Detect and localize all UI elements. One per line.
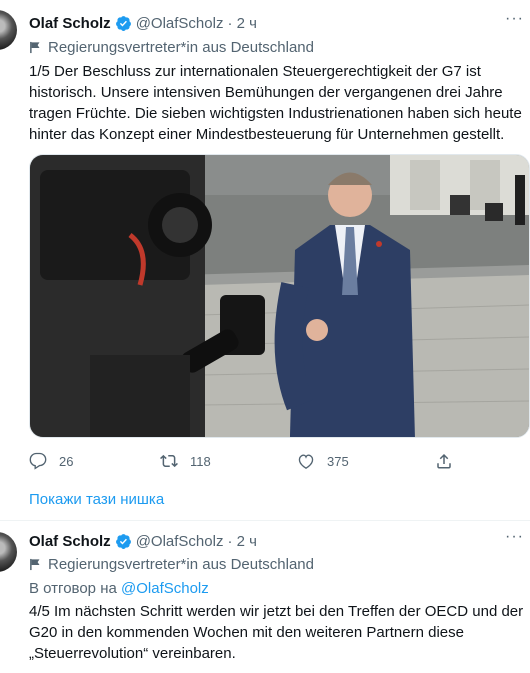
reply-icon [29,452,47,470]
retweet-button[interactable]: 118 [160,452,211,470]
heart-icon [298,454,314,470]
tweet[interactable]: Olaf Scholz @OlafScholz · 2 ч ··· Regier… [0,520,530,673]
tweet-actions: 26 118 375 [29,452,469,472]
author-name[interactable]: Olaf Scholz [29,533,111,550]
avatar[interactable] [0,10,17,50]
tweet[interactable]: Olaf Scholz @OlafScholz · 2 ч ··· Regier… [0,0,530,508]
share-icon [437,453,451,469]
tweet-header: Olaf Scholz @OlafScholz · 2 ч [29,13,257,33]
author-handle[interactable]: @OlafScholz [136,15,224,32]
like-button[interactable]: 375 [297,452,349,470]
avatar[interactable] [0,532,17,572]
verified-badge-icon [115,15,131,31]
government-label-text: Regierungsvertreter*in aus Deutschland [48,39,314,56]
share-button[interactable] [435,452,465,470]
retweet-count: 118 [190,453,211,469]
tweet-text: 4/5 Im nächsten Schritt werden wir jetzt… [29,603,524,662]
more-options-icon[interactable]: ··· [505,10,524,28]
more-options-icon[interactable]: ··· [505,528,524,546]
show-thread-link[interactable]: Покажи тази нишка [29,491,164,508]
author-name[interactable]: Olaf Scholz [29,15,111,32]
author-handle[interactable]: @OlafScholz [136,533,224,550]
reply-prefix: В отговор на [29,580,117,597]
tweet-text: 1/5 Der Beschluss zur internationalen St… [29,63,522,143]
reply-button[interactable]: 26 [29,452,73,470]
flag-icon [30,558,40,571]
reply-mention-link[interactable]: @OlafScholz [121,580,209,597]
government-label: Regierungsvertreter*in aus Deutschland [29,39,314,56]
tweet-photo[interactable] [29,154,530,438]
reply-context: В отговор на @OlafScholz [29,580,209,597]
tweet-header: Olaf Scholz @OlafScholz · 2 ч [29,531,257,551]
retweet-icon [160,454,178,468]
like-count: 375 [327,453,349,469]
government-label-text: Regierungsvertreter*in aus Deutschland [48,556,314,573]
timestamp[interactable]: · 2 ч [227,533,257,550]
timestamp[interactable]: · 2 ч [227,15,257,32]
reply-count: 26 [59,453,74,469]
flag-icon [30,41,40,54]
photo-image [30,155,529,437]
government-label: Regierungsvertreter*in aus Deutschland [29,556,314,573]
verified-badge-icon [115,533,131,549]
